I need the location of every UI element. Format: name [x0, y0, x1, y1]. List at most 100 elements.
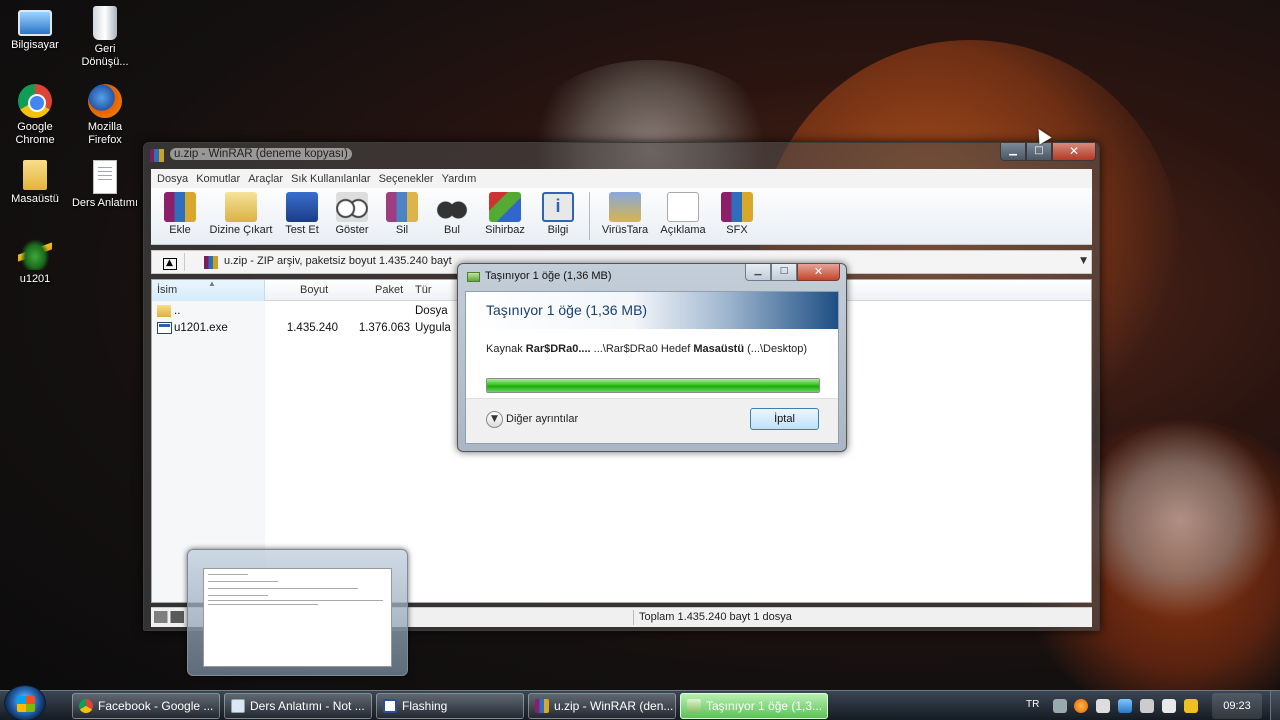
status-separator	[633, 610, 634, 625]
extract-folder-icon	[225, 192, 257, 222]
tray-app-icon[interactable]	[1184, 699, 1198, 713]
toolbar-label: Açıklama	[660, 224, 706, 236]
toolbar-label: Bul	[444, 224, 460, 236]
toolbar-separator	[589, 192, 590, 240]
move-icon	[467, 272, 480, 282]
column-header-name[interactable]: İsim ▲	[152, 279, 265, 301]
menu-dosya[interactable]: Dosya	[155, 173, 194, 185]
desktop-icon-ders-anlatimi[interactable]: Ders Anlatımı	[70, 160, 140, 210]
toolbar-label: Sil	[395, 224, 409, 236]
folder-icon	[23, 160, 47, 190]
menu-yardim[interactable]: Yardım	[440, 173, 483, 185]
binoculars-icon	[436, 192, 468, 222]
taskbar-button-notepad[interactable]: Ders Anlatımı - Not ...	[224, 693, 372, 719]
column-header-packed[interactable]: Paket	[375, 284, 403, 296]
thumbnail-line	[208, 595, 268, 596]
minimize-button[interactable]: ▁	[745, 264, 771, 281]
taskbar-button-label: Facebook - Google ...	[98, 699, 214, 713]
toolbar-sfx-button[interactable]: SFX	[712, 188, 762, 244]
toolbar-label: Göster	[335, 224, 369, 236]
menu-bar: Dosya Komutlar Araçlar Sık Kullanılanlar…	[151, 169, 1092, 188]
toolbar-sil-button[interactable]: Sil	[377, 188, 427, 244]
virus-scan-icon	[609, 192, 641, 222]
file-type: Uygula	[415, 322, 451, 334]
close-button[interactable]: ✕	[797, 264, 840, 281]
taskbar-thumbnail-preview[interactable]	[187, 549, 408, 676]
dialog-body: Taşınıyor 1 öğe (1,36 MB) Kaynak Rar$DRa…	[465, 291, 839, 444]
column-header-type[interactable]: Tür	[415, 284, 432, 296]
toolbar-bul-button[interactable]: Bul	[427, 188, 477, 244]
thumbnail-document	[203, 568, 392, 667]
taskbar-button-flashing[interactable]: Flashing	[376, 693, 524, 719]
desktop-icon-computer[interactable]: Bilgisayar	[0, 6, 70, 52]
toolbar-label: VirüsTara	[601, 224, 649, 236]
toolbar-ekle-button[interactable]: Ekle	[155, 188, 205, 244]
network-icon[interactable]	[1118, 699, 1132, 713]
column-label-name: İsim	[157, 284, 178, 296]
toolbar-dizine-cikart-button[interactable]: Dizine Çıkart	[205, 188, 277, 244]
winrar-icon	[150, 149, 164, 162]
file-size: 1.435.240	[286, 322, 338, 334]
desktop-icon-masaustu[interactable]: Masaüstü	[0, 160, 70, 206]
language-indicator[interactable]: TR	[1026, 699, 1039, 710]
source-label: Kaynak	[486, 343, 523, 355]
toolbar-label: Ekle	[169, 224, 191, 236]
menu-komutlar[interactable]: Komutlar	[194, 173, 246, 185]
clock[interactable]: 09:23	[1212, 693, 1262, 719]
system-tray: TR 09:23	[1018, 691, 1280, 720]
start-button[interactable]	[4, 685, 46, 720]
cancel-button[interactable]: İptal	[750, 408, 819, 430]
window-titlebar[interactable]: u.zip - WinRAR (deneme kopyası) ▁ □ ✕	[144, 143, 1099, 169]
taskbar-button-move-dialog[interactable]: Taşınıyor 1 öğe (1,3...	[680, 693, 828, 719]
menu-sik-kullanilanlar[interactable]: Sık Kullanılanlar	[289, 173, 377, 185]
chrome-icon	[79, 699, 93, 713]
desktop-icon-firefox[interactable]: Mozilla Firefox	[70, 84, 140, 147]
toolbar-virustara-button[interactable]: VirüsTara	[596, 188, 654, 244]
firefox-tray-icon[interactable]	[1074, 699, 1088, 713]
desktop-icon-chrome[interactable]: Google Chrome	[0, 84, 70, 147]
toolbar-label: Test Et	[285, 224, 319, 236]
toolbar-label: SFX	[726, 224, 748, 236]
dialog-footer: ▼ Diğer ayrıntılar İptal	[466, 398, 838, 443]
u1201-icon	[18, 236, 52, 270]
more-details-toggle[interactable]: Diğer ayrıntılar	[506, 413, 578, 425]
minimize-button[interactable]: ▁	[1000, 143, 1026, 161]
column-header-size[interactable]: Boyut	[300, 284, 328, 296]
chevron-down-icon[interactable]: ▼	[486, 411, 503, 428]
sfx-icon	[721, 192, 753, 222]
comment-icon	[667, 192, 699, 222]
tray-expand-icon[interactable]	[1053, 699, 1067, 713]
menu-secenekler[interactable]: Seçenekler	[377, 173, 440, 185]
move-progress-dialog[interactable]: Taşınıyor 1 öğe (1,36 MB) ▁ □ ✕ Taşınıyo…	[457, 263, 847, 452]
thumbnail-line	[208, 604, 318, 605]
maximize-button[interactable]: □	[1026, 143, 1052, 161]
thumbnail-line	[208, 588, 358, 589]
windows-logo-icon	[17, 696, 35, 712]
chevron-down-icon[interactable]: ▼	[1080, 256, 1087, 266]
usb-icon[interactable]	[1162, 699, 1176, 713]
toolbar-test-et-button[interactable]: Test Et	[277, 188, 327, 244]
up-folder-button[interactable]: ▲	[155, 253, 185, 271]
file-name: ..	[174, 305, 181, 317]
taskbar-button-facebook[interactable]: Facebook - Google ...	[72, 693, 220, 719]
menu-araclar[interactable]: Araçlar	[246, 173, 289, 185]
toolbar-aciklama-button[interactable]: Açıklama	[654, 188, 712, 244]
thumbnail-line	[208, 574, 248, 575]
desktop-icon-recycle-bin[interactable]: Geri Dönüşü...	[70, 6, 140, 69]
toolbar-bilgi-button[interactable]: Bilgi	[533, 188, 583, 244]
recycle-bin-icon	[93, 6, 117, 40]
target-path: (...\Desktop)	[747, 343, 808, 355]
close-button[interactable]: ✕	[1052, 143, 1096, 161]
desktop-icon-u1201[interactable]: u1201	[0, 236, 70, 286]
dialog-banner-text: Taşınıyor 1 öğe (1,36 MB)	[486, 302, 648, 318]
toolbar-goster-button[interactable]: Göster	[327, 188, 377, 244]
maximize-button[interactable]: □	[771, 264, 797, 281]
toolbar-sihirbaz-button[interactable]: Sihirbaz	[477, 188, 533, 244]
up-arrow-icon: ▲	[162, 258, 177, 270]
volume-icon[interactable]	[1140, 699, 1154, 713]
flag-icon[interactable]	[1096, 699, 1110, 713]
delete-icon	[386, 192, 418, 222]
taskbar-button-winrar[interactable]: u.zip - WinRAR (den...	[528, 693, 676, 719]
show-desktop-button[interactable]	[1270, 691, 1280, 720]
exe-icon	[157, 322, 172, 334]
